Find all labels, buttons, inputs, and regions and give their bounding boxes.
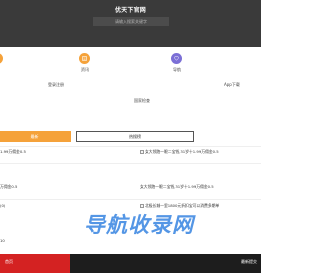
tab-hot-search[interactable]: 热搜榜 [76, 131, 194, 142]
nav-item-label-1: 资讯 [81, 67, 89, 72]
footer-home-label: 首页 [5, 259, 13, 264]
list-item-right-text: 女大领跑一眼二宝钱,31岁十1.99万佣金0.5 [145, 149, 219, 154]
nav-item-icon-1[interactable] [79, 53, 90, 64]
list-item-left[interactable]: 万佣金0.5 [0, 184, 17, 190]
divider [0, 163, 261, 164]
list-item-left[interactable]: 1.99万佣金0.5 [0, 149, 26, 155]
tab-latest[interactable]: 最新 [0, 131, 71, 142]
heart-icon [174, 56, 179, 61]
nav-item-national-check[interactable]: 国家检查 [134, 98, 150, 104]
broken-image-icon [140, 204, 144, 208]
nav-grid: 资讯 导航 登录注册 App下载 国家检查 [0, 47, 261, 115]
divider [0, 146, 261, 147]
footer-latest-submit[interactable]: 最新提交 [241, 259, 257, 265]
site-title: 优天下官网 [114, 7, 146, 14]
divider [0, 199, 261, 200]
list-item-right[interactable]: 女大领跑一眼二宝钱,31岁十1.99万佣金0.5 [140, 184, 214, 190]
nav-item-icon-2[interactable] [171, 53, 182, 64]
partial-nav-icon[interactable] [0, 53, 3, 64]
nav-item-login[interactable]: 登录注册 [48, 82, 64, 88]
document-icon [82, 56, 87, 61]
search-input[interactable] [93, 17, 169, 26]
list-item-left[interactable]: (0) [0, 203, 5, 208]
list-item-right[interactable]: 女大领跑一眼二宝钱,31岁十1.99万佣金0.5 [140, 149, 219, 155]
footer-home-button[interactable]: 首页 [0, 254, 70, 273]
top-header: 优天下官网 [0, 0, 261, 47]
bottom-footer: 首页 最新提交 [0, 254, 261, 273]
list-item-left[interactable]: 10 [0, 238, 5, 243]
nav-item-label-2: 导航 [173, 67, 181, 72]
nav-item-app-download[interactable]: App下载 [224, 82, 240, 88]
partial-nav-label [0, 67, 1, 72]
broken-image-icon [140, 150, 144, 154]
watermark-logo: 导航收录网 [84, 213, 194, 237]
